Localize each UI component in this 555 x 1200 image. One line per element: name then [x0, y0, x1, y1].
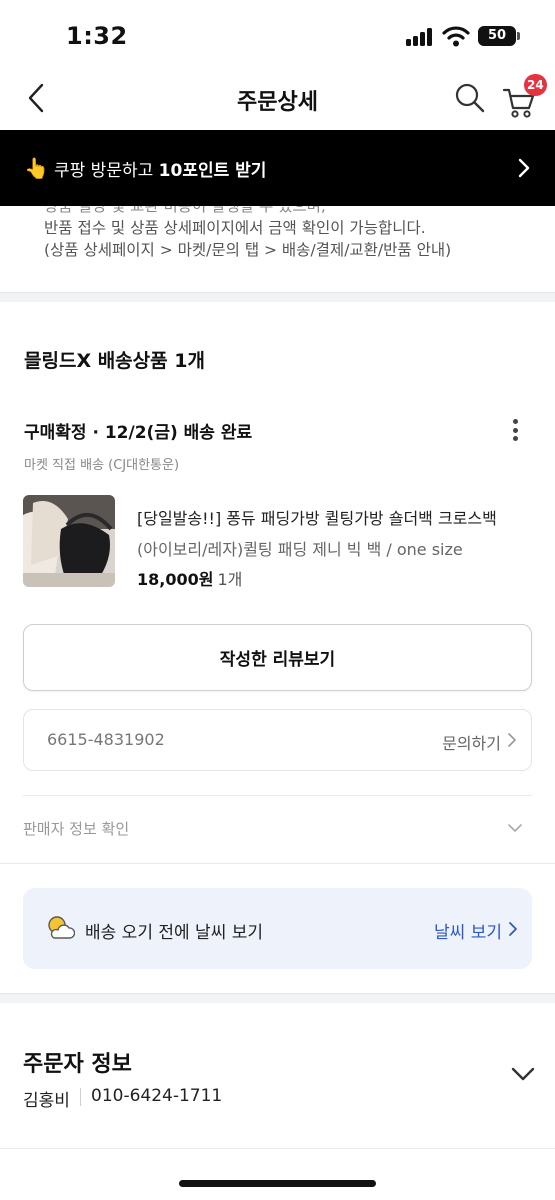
- weather-card[interactable]: 배송 오기 전에 날씨 보기 날씨 보기: [23, 888, 532, 969]
- battery-nub: [517, 32, 520, 40]
- home-indicator[interactable]: [179, 1180, 376, 1187]
- divider: [0, 1148, 555, 1149]
- signal-icon: [406, 28, 434, 46]
- price-value: 18,000원: [137, 570, 214, 589]
- order-number-box: 6615-4831902 문의하기: [23, 709, 532, 771]
- order-number: 6615-4831902: [47, 730, 165, 749]
- divider: [23, 795, 532, 796]
- delivery-method: 마켓 직접 배송 (CJ대한통운): [24, 458, 180, 473]
- inquiry-link[interactable]: 문의하기: [442, 730, 501, 754]
- chevron-down-icon[interactable]: [507, 822, 523, 834]
- chevron-right-icon: [508, 733, 516, 747]
- chevron-right-icon: [509, 922, 517, 936]
- notice-line-2: (상품 상세페이지 > 마켓/문의 탭 > 배송/결제/교환/반품 안내): [44, 241, 452, 259]
- notice-partial-line: 상품 설명 및 교환 비용이 발생할 수 있으며,: [44, 206, 326, 215]
- search-icon: [455, 83, 485, 113]
- status-bar: 1:32 50: [0, 0, 555, 68]
- cart-badge: 24: [524, 74, 547, 96]
- more-options-button[interactable]: [502, 416, 528, 444]
- section-divider: [0, 863, 555, 864]
- product-option: (아이보리/레자)퀼팅 패딩 제니 빅 백 / one size: [137, 540, 463, 559]
- chevron-right-icon: [518, 158, 530, 178]
- view-review-button[interactable]: 작성한 리뷰보기: [23, 624, 532, 691]
- promo-text: 쿠팡 방문하고 10포인트 받기: [54, 160, 267, 181]
- battery-icon: 50: [478, 26, 516, 46]
- app-header: 주문상세 24: [0, 68, 555, 130]
- notice-line-1: 반품 접수 및 상품 상세페이지에서 금액 확인이 가능합니다.: [44, 219, 426, 237]
- product-price: 18,000원 1개: [137, 566, 242, 590]
- orderer-info-title: 주문자 정보: [23, 1052, 132, 1077]
- weather-link[interactable]: 날씨 보기: [434, 918, 502, 943]
- shipment-title: 믈링드X 배송상품 1개: [24, 350, 205, 372]
- separator: [80, 1088, 81, 1106]
- order-detail-page: 1:32 50 주문상세 24 👆 쿠팡 방문하고 10포인트 받기 상품 설명…: [0, 0, 555, 1200]
- orderer-phone: 010-6424-1711: [91, 1086, 223, 1106]
- section-divider: [0, 292, 555, 302]
- status-time: 1:32: [66, 22, 128, 50]
- product-thumbnail[interactable]: [23, 495, 115, 587]
- promo-banner[interactable]: 👆 쿠팡 방문하고 10포인트 받기: [0, 130, 555, 206]
- cart-button[interactable]: 24: [500, 74, 547, 120]
- product-title[interactable]: [당일발송!!] 퐁듀 패딩가방 퀼팅가방 숄더백 크로스백: [137, 505, 517, 529]
- orderer-name: 김홍비: [23, 1091, 70, 1111]
- wifi-icon: [442, 26, 470, 47]
- sun-cloud-icon: [48, 916, 75, 939]
- weather-text: 배송 오기 전에 날씨 보기: [85, 923, 264, 943]
- section-divider: [0, 993, 555, 1003]
- product-image: [23, 495, 115, 587]
- return-notice: 상품 설명 및 교환 비용이 발생할 수 있으며, 반품 접수 및 상품 상세페…: [0, 206, 555, 292]
- chevron-down-icon[interactable]: [510, 1066, 536, 1082]
- pointing-hand-icon: 👆: [24, 156, 49, 180]
- delivery-status: 구매확정 · 12/2(금) 배송 완료: [24, 423, 253, 443]
- search-button[interactable]: [452, 80, 488, 116]
- seller-info-toggle[interactable]: 판매자 정보 확인: [23, 818, 129, 839]
- quantity-value: 1개: [217, 570, 243, 589]
